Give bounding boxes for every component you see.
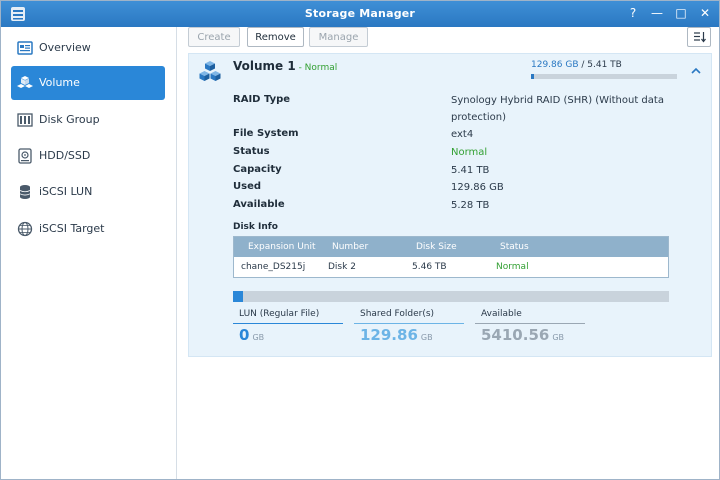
prop-value-raid-type: Synology Hybrid RAID (SHR) (Without data… <box>451 95 664 123</box>
stat-available-unit: GB <box>552 333 565 342</box>
sort-button[interactable] <box>687 27 711 47</box>
stat-shared-value: 129.86 GB <box>360 326 433 344</box>
stat-shared-unit: GB <box>420 333 433 342</box>
stat-lun-unit: GB <box>252 333 265 342</box>
volume-status: - Normal <box>295 63 338 73</box>
prop-label-used: Used <box>233 181 262 192</box>
volume-usage-fill <box>531 74 535 79</box>
sidebar-item-label: iSCSI Target <box>39 222 105 235</box>
stat-lun-line <box>233 323 343 324</box>
sidebar-item-label: Disk Group <box>39 113 100 126</box>
manage-button[interactable]: Manage <box>309 27 368 47</box>
stat-shared-line <box>354 323 464 324</box>
maximize-icon[interactable]: □ <box>673 5 689 21</box>
stat-lun-label: LUN (Regular File) <box>239 309 320 319</box>
stat-lun-value: 0 GB <box>239 326 264 344</box>
prop-label-file-system: File System <box>233 128 299 139</box>
sidebar-item-iscsi-lun[interactable]: iSCSI LUN <box>11 175 165 209</box>
title-bar[interactable]: Storage Manager ? — □ ✕ <box>1 1 719 27</box>
sidebar-item-label: iSCSI LUN <box>39 185 93 198</box>
volume-total: 5.41 TB <box>587 60 622 70</box>
stat-available-value: 5410.56 GB <box>481 326 564 344</box>
sidebar-item-volume[interactable]: Volume <box>11 66 165 100</box>
stat-available-line <box>475 323 585 324</box>
allocation-bar <box>233 291 669 302</box>
iscsi-lun-icon <box>19 185 31 199</box>
help-icon[interactable]: ? <box>625 5 641 21</box>
disk-group-icon <box>17 113 33 127</box>
cell-number: Disk 2 <box>328 262 356 272</box>
sort-icon <box>694 32 706 43</box>
sidebar-item-hdd-ssd[interactable]: HDD/SSD <box>11 139 165 173</box>
volume-usage-text: 129.86 GB / 5.41 TB <box>531 60 622 70</box>
window-title: Storage Manager <box>304 7 416 20</box>
disk-table-header: Expansion Unit Number Disk Size Status <box>234 237 668 257</box>
allocation-fill <box>233 291 244 302</box>
sidebar: Overview Volume Disk Group HDD/SSD iSCSI… <box>1 27 177 479</box>
volume-cubes-icon <box>199 61 221 81</box>
sidebar-item-label: Overview <box>39 41 91 54</box>
stat-available-label: Available <box>481 309 522 319</box>
col-number[interactable]: Number <box>332 242 368 252</box>
cell-disk-size: 5.46 TB <box>412 262 447 272</box>
prop-label-capacity: Capacity <box>233 164 282 175</box>
prop-label-available: Available <box>233 199 285 210</box>
volume-usage-bar <box>531 74 677 79</box>
usage-separator: / <box>578 60 588 70</box>
stat-available-number: 5410.56 <box>481 326 550 344</box>
sidebar-item-label: HDD/SSD <box>39 149 91 162</box>
prop-value-capacity: 5.41 TB <box>451 165 490 176</box>
toolbar: Create Remove Manage <box>188 27 712 51</box>
cell-status: Normal <box>496 262 529 272</box>
sidebar-item-overview[interactable]: Overview <box>11 31 165 65</box>
sidebar-item-disk-group[interactable]: Disk Group <box>11 103 165 137</box>
remove-button[interactable]: Remove <box>247 27 304 47</box>
collapse-chevron-icon[interactable] <box>689 64 703 78</box>
volume-title: Volume 1 - Normal <box>233 59 337 73</box>
sidebar-item-iscsi-target[interactable]: iSCSI Target <box>11 212 165 246</box>
minimize-icon[interactable]: — <box>649 5 665 21</box>
stat-lun-number: 0 <box>239 326 250 344</box>
volume-name: Volume 1 <box>233 59 296 73</box>
iscsi-target-icon <box>17 221 33 237</box>
overview-icon <box>17 41 33 55</box>
stat-shared-number: 129.86 <box>360 326 418 344</box>
stat-shared-label: Shared Folder(s) <box>360 309 435 319</box>
volume-used: 129.86 GB <box>531 60 579 70</box>
create-button[interactable]: Create <box>188 27 240 47</box>
prop-label-raid-type: RAID Type <box>233 94 291 105</box>
col-expansion-unit[interactable]: Expansion Unit <box>248 242 316 252</box>
hdd-icon <box>18 148 32 164</box>
prop-value-status: Normal <box>451 147 488 158</box>
storage-manager-window: Storage Manager ? — □ ✕ Overview Volume … <box>0 0 720 480</box>
prop-value-available: 5.28 TB <box>451 200 490 211</box>
volume-panel: Volume 1 - Normal 129.86 GB / 5.41 TB RA… <box>188 53 712 357</box>
cell-expansion-unit: chane_DS215j <box>241 262 306 272</box>
col-disk-size[interactable]: Disk Size <box>416 242 457 252</box>
table-row[interactable]: chane_DS215j Disk 2 5.46 TB Normal <box>234 257 668 277</box>
prop-value-file-system: ext4 <box>451 129 474 140</box>
sidebar-item-label: Volume <box>39 76 80 89</box>
disk-info-title: Disk Info <box>233 222 278 232</box>
prop-label-status: Status <box>233 146 270 157</box>
volume-icon <box>17 76 33 88</box>
close-icon[interactable]: ✕ <box>697 5 713 21</box>
disk-info-table: Expansion Unit Number Disk Size Status c… <box>233 236 669 278</box>
col-status[interactable]: Status <box>500 242 529 252</box>
prop-value-used: 129.86 GB <box>451 182 504 193</box>
